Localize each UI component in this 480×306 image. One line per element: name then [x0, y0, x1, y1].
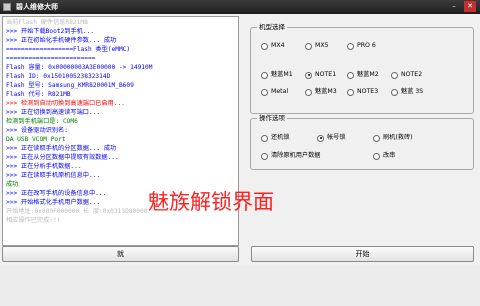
model-option[interactable]: 魅蓝M3: [305, 88, 337, 96]
model-option[interactable]: 魅蓝M2: [347, 71, 379, 79]
title-bar: 碧人维修大师 – ✕: [0, 0, 480, 14]
operation-option[interactable]: 刷机(救砖): [373, 134, 413, 142]
radio-icon: [261, 152, 268, 160]
radio-icon: [261, 71, 268, 79]
radio-icon: [347, 42, 354, 50]
log-line: >>> 检测到自动切换到高速端口已启用...: [6, 100, 125, 107]
log-line: 检测到手机端口是: COM6: [6, 118, 78, 125]
log-line: Flash ID: 0x150100523832314D: [6, 73, 111, 80]
status-strip: [0, 266, 480, 306]
model-option[interactable]: PRO 6: [347, 42, 376, 50]
model-option[interactable]: MX5: [305, 42, 329, 50]
radio-icon: [261, 88, 268, 96]
log-line: Flash 容量: 0x00000003A3E00000 -> 14910M: [6, 64, 153, 71]
left-action-button[interactable]: 就: [2, 246, 239, 262]
options-blank-area: [250, 176, 474, 240]
operation-option[interactable]: 帐号锁: [317, 134, 346, 142]
log-line: >>> 正在读取手机原机信息中...: [6, 172, 101, 179]
radio-icon: [317, 134, 324, 142]
log-line: >>> 开始下载Boot2到手机...: [6, 28, 95, 35]
log-line: ==================Flash 类型(eMMC): [6, 46, 131, 53]
radio-icon: [347, 88, 354, 96]
operation-option[interactable]: 还机锁: [261, 134, 290, 142]
log-line: 当前Flash 硬件信息R821MB: [6, 19, 88, 26]
log-line: 相应操作已完成!!!: [6, 217, 61, 224]
log-line: 开始地址:0x000F000000 长 度:0x0313D80000: [6, 208, 148, 215]
model-option[interactable]: 魅蓝M1: [261, 71, 293, 79]
log-line: >>> 正在分析手机数据...: [6, 163, 82, 170]
log-line: >>> 正在读取手机的分区数据... 成功: [6, 145, 117, 152]
model-select-group: 机型选择 MX4 MX5 PRO 6 魅蓝M1 NOTE1 魅蓝M2 NOTE2…: [250, 23, 474, 114]
model-group-legend: 机型选择: [257, 23, 287, 31]
log-line: >>> 正在切换到高速读写端口...: [6, 109, 101, 116]
ops-group-legend: 操作选项: [257, 114, 287, 122]
radio-icon: [261, 42, 268, 50]
operation-option[interactable]: 改串: [373, 152, 395, 160]
model-option[interactable]: Metal: [261, 88, 288, 96]
radio-icon: [373, 134, 380, 142]
log-line: >>> 开始格式化手机用户数据...: [6, 199, 101, 206]
start-button[interactable]: 开始: [251, 246, 474, 262]
model-option[interactable]: NOTE3: [347, 88, 378, 96]
minimize-button[interactable]: –: [448, 1, 460, 12]
radio-icon: [305, 71, 312, 79]
log-line: DA USB VCOM Port: [6, 136, 66, 143]
radio-icon: [305, 42, 312, 50]
radio-icon: [391, 71, 398, 79]
model-option[interactable]: NOTE2: [391, 71, 422, 79]
app-icon: [3, 3, 11, 11]
operation-options-group: 操作选项 还机锁 帐号锁 刷机(救砖) 清除原机用户数据 改串: [250, 114, 474, 170]
radio-icon: [305, 88, 312, 96]
log-line: Flash 型号: Samsung_KMR820001M_B609: [6, 82, 134, 89]
model-option[interactable]: 魅蓝 3S: [391, 88, 423, 96]
log-line: >>> 正在改写手机的设备信息中...: [6, 190, 107, 197]
log-line: Flash 代号: R821MB: [6, 91, 71, 98]
model-option[interactable]: NOTE1: [305, 71, 336, 79]
log-line: ========================: [6, 55, 96, 62]
radio-icon: [347, 71, 354, 79]
radio-icon: [391, 88, 398, 96]
radio-icon: [261, 134, 268, 142]
log-line: >>> 设备驱动识别名:: [6, 127, 68, 134]
log-line: 成功: [6, 181, 19, 188]
log-line: >>> 正在初始化手机硬件参数... 成功: [6, 37, 117, 44]
operation-option[interactable]: 清除原机用户数据: [261, 152, 321, 160]
window-title: 碧人维修大师: [16, 3, 58, 11]
close-button[interactable]: ✕: [464, 1, 476, 12]
model-option[interactable]: MX4: [261, 42, 285, 50]
radio-icon: [373, 152, 380, 160]
log-line: >>> 正在从分区数据中提取有效数据...: [6, 154, 119, 161]
